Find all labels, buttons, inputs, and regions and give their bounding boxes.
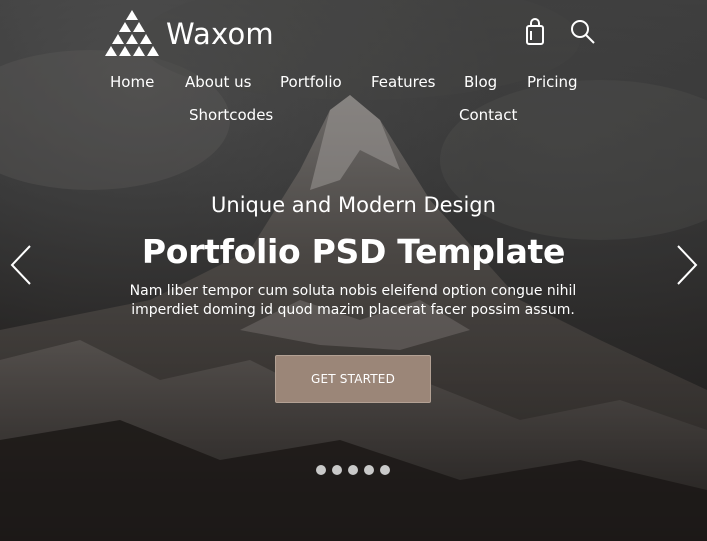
slider-dot-5[interactable]: [380, 465, 390, 475]
hero-description-line-2: imperdiet doming id quod mazim placerat …: [131, 302, 575, 318]
nav-item-home[interactable]: Home: [110, 73, 154, 91]
hero-title: Portfolio PSD Template: [141, 232, 566, 271]
brand-logo[interactable]: Waxom: [104, 8, 274, 60]
triangle-logo-icon: [105, 10, 159, 56]
shopping-bag-icon[interactable]: [524, 18, 546, 46]
chevron-left-icon[interactable]: [8, 244, 34, 286]
hero-kicker: Unique and Modern Design: [211, 193, 496, 217]
nav-item-blog[interactable]: Blog: [464, 73, 497, 91]
hero-description: Nam liber tempor cum soluta nobis eleife…: [113, 282, 593, 320]
nav-item-shortcodes[interactable]: Shortcodes: [189, 106, 273, 124]
slider-dot-1[interactable]: [316, 465, 326, 475]
header-actions: [524, 18, 596, 46]
nav-item-features[interactable]: Features: [371, 73, 436, 91]
nav-item-contact[interactable]: Contact: [459, 106, 517, 124]
nav-item-pricing[interactable]: Pricing: [527, 73, 578, 91]
slider-dot-2[interactable]: [332, 465, 342, 475]
slider-dot-3[interactable]: [348, 465, 358, 475]
nav-item-about-us[interactable]: About us: [185, 73, 251, 91]
slider-pagination: [316, 465, 396, 475]
get-started-button[interactable]: GET STARTED: [275, 355, 431, 403]
chevron-right-icon[interactable]: [674, 244, 700, 286]
hero-description-line-1: Nam liber tempor cum soluta nobis eleife…: [129, 283, 577, 299]
hero-slider: Waxom Home About us Portfolio Features B…: [0, 0, 707, 541]
search-icon[interactable]: [570, 19, 596, 45]
slider-dot-4[interactable]: [364, 465, 374, 475]
nav-item-portfolio[interactable]: Portfolio: [280, 73, 342, 91]
brand-name: Waxom: [166, 17, 274, 51]
